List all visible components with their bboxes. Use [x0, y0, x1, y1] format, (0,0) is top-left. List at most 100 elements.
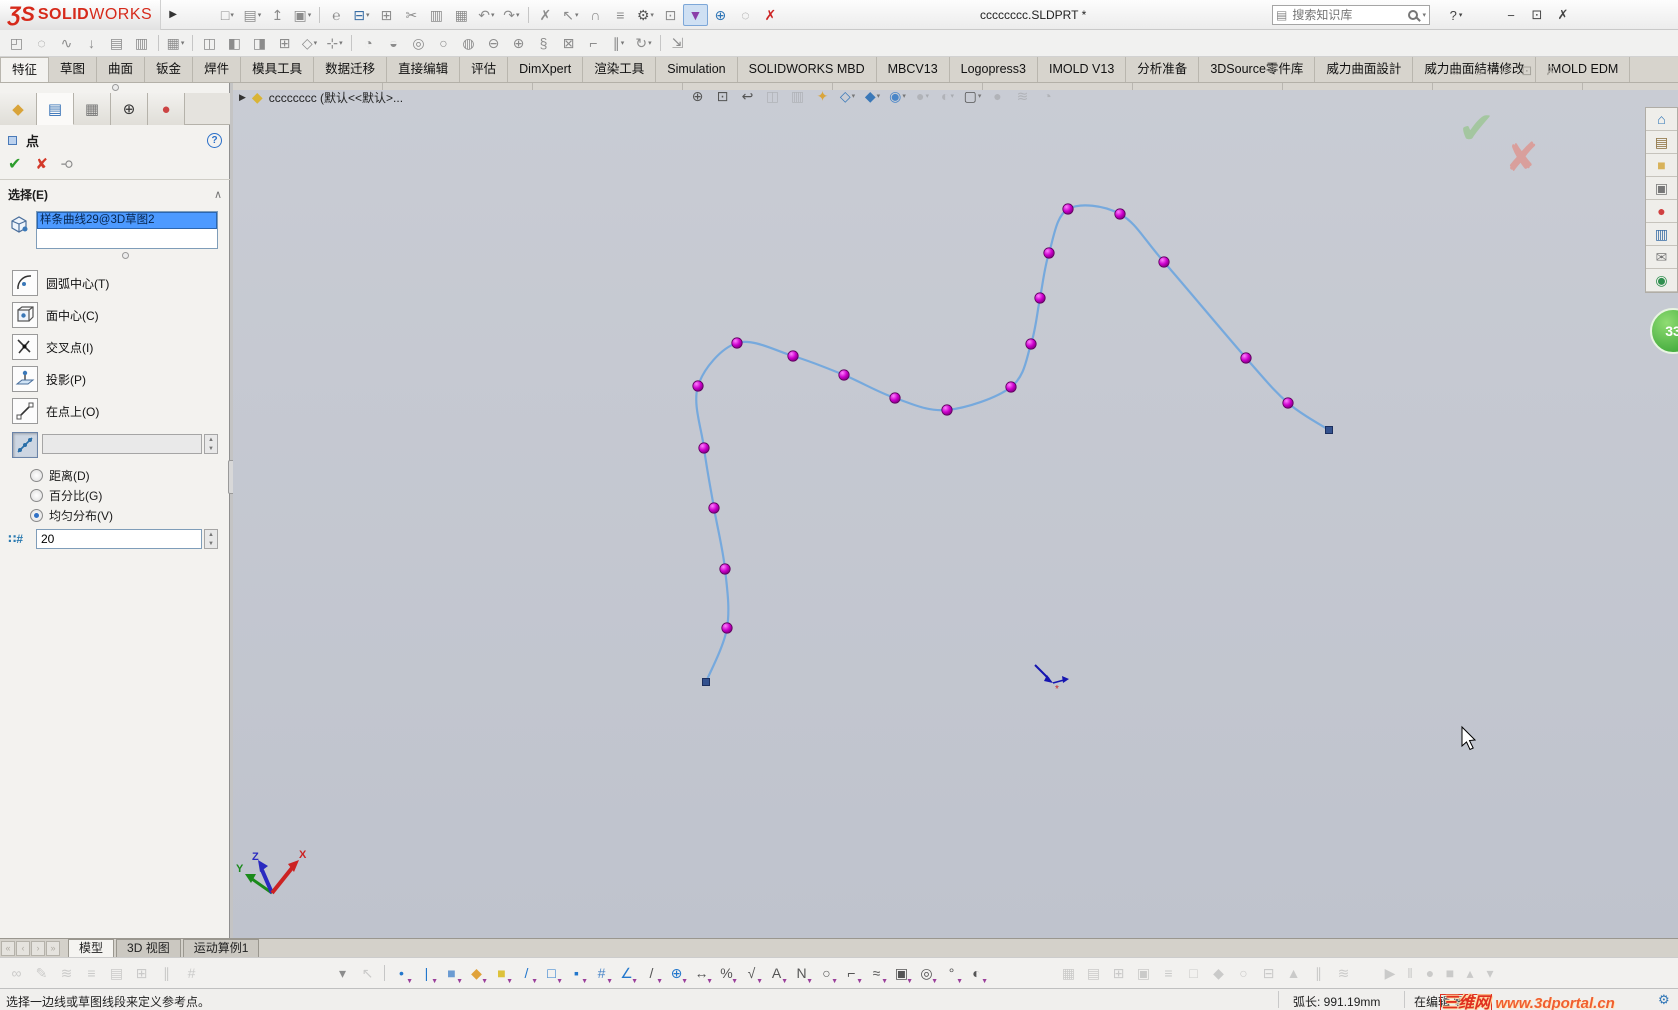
radio-icon[interactable]	[30, 508, 43, 522]
copy-icon[interactable]: ▥▾	[424, 4, 449, 26]
option-intersection[interactable]: 交叉点(I)	[12, 333, 222, 361]
design-library-icon[interactable]: ■	[1646, 154, 1677, 177]
ribbon-tab[interactable]: 威力曲面設計	[1315, 57, 1414, 82]
pause-icon[interactable]: ‖▾	[1400, 962, 1420, 984]
ribbon-tab[interactable]: MBCV13	[877, 57, 950, 82]
sep[interactable]: ▾	[380, 962, 389, 984]
sep[interactable]: ▾	[154, 32, 163, 54]
step-up-icon[interactable]: ▴▾	[1460, 962, 1480, 984]
save-icon[interactable]: ▣ ▾	[290, 4, 315, 26]
ribbon-tab[interactable]: 草图	[49, 57, 98, 82]
step-down-icon[interactable]: ▾▾	[1480, 962, 1500, 984]
filter-axes-icon[interactable]: /▾	[514, 962, 539, 985]
confirmation-ok-icon[interactable]: ✔	[1458, 103, 1495, 154]
filter-dimensions-icon[interactable]: ↔▾	[689, 962, 714, 985]
motion-study-sphere-icon[interactable]: ●▾	[985, 85, 1010, 107]
toolbar2-icon[interactable]: ∥ ▾	[606, 32, 631, 54]
view-orientation-icon[interactable]: ◇ ▾	[835, 85, 860, 107]
zoom-fit-icon[interactable]: ⊕▾	[685, 85, 710, 107]
filter-sketch-segments-icon[interactable]: ∠▾	[614, 962, 639, 985]
filter-section-lines-icon[interactable]: ◐▾	[964, 962, 989, 985]
pane-left-icon[interactable]: «	[1443, 59, 1467, 83]
flyout-feature-tree[interactable]: ▶ ◆ cccccccc (默认<<默认>...	[239, 89, 403, 106]
zebra-stripes-icon[interactable]: ≋▾	[1010, 85, 1035, 107]
points-along-curve-icon[interactable]	[12, 432, 38, 458]
assembly-tool-icon[interactable]: □▾	[1181, 962, 1206, 984]
toolbar2-icon[interactable]: ⊕▾	[506, 32, 531, 54]
sketch-tool-icon[interactable]: ∞▾	[4, 962, 29, 984]
close-red-x-icon[interactable]: ✗▾	[758, 4, 783, 26]
toolbar2-icon[interactable]: ⊖▾	[481, 32, 506, 54]
ribbon-tab[interactable]: IMOLD V13	[1038, 57, 1127, 82]
toolbar2-icon[interactable]: ◇ ▾	[297, 32, 322, 54]
last-tab-button[interactable]: »	[46, 940, 60, 956]
filter-dropdown-icon[interactable]: ▾▾	[330, 962, 355, 984]
toolbar2-icon[interactable]: ◰▾	[4, 32, 29, 54]
toolbar2-icon[interactable]: ▥▾	[129, 32, 154, 54]
ribbon-tab[interactable]: 曲面	[97, 57, 146, 82]
ribbon-minimize-icon[interactable]: −	[1491, 59, 1515, 83]
home-icon[interactable]: ⌂	[1646, 108, 1677, 131]
forum-icon[interactable]: ✉	[1646, 246, 1677, 269]
filter-sketches-icon[interactable]: #▾	[589, 962, 614, 985]
toolbar2-icon[interactable]: ◍▾	[456, 32, 481, 54]
filter-midpoints-icon[interactable]: /▾	[639, 962, 664, 985]
toolbar2-icon[interactable]: ↻ ▾	[631, 32, 656, 54]
along-curve-spinner[interactable]: ▲ ▼	[204, 434, 218, 454]
filter-edges-icon[interactable]: |▾	[414, 962, 439, 985]
appearances-icon[interactable]: ●	[1646, 200, 1677, 223]
sketch-tool-icon[interactable]: ▤▾	[104, 962, 129, 984]
restore-button[interactable]: ⊡	[1524, 3, 1550, 27]
sketch-tool-icon[interactable]: ⊞▾	[129, 962, 154, 984]
filter-sketch-points-icon[interactable]: ▪▾	[564, 962, 589, 985]
document-tab[interactable]: 模型	[68, 939, 115, 957]
sep[interactable]: ▾	[524, 4, 533, 26]
toolbar2-icon[interactable]: ⌐▾	[581, 32, 606, 54]
apply-scene-icon[interactable]: ◐ ▾	[935, 85, 960, 107]
paste-icon[interactable]: ▦▾	[449, 4, 474, 26]
flyout-expand-arrow[interactable]: ▶	[239, 92, 246, 103]
cut-icon[interactable]: ✂▾	[399, 4, 424, 26]
assembly-tool-icon[interactable]: ≋▾	[1331, 962, 1356, 984]
configuration-manager-tab[interactable]: ▦	[74, 93, 111, 125]
filter-hatches-icon[interactable]: %▾	[714, 962, 739, 985]
menu-flyout-arrow[interactable]: ▶	[161, 9, 185, 20]
delete-icon[interactable]: ✗▾	[533, 4, 558, 26]
graphics-area[interactable]: * Y Z X ▶ ◆ cccccccc (默认<<默认>... ⊕ ⊡ ↩ ◫…	[233, 83, 1678, 938]
select-cursor-icon[interactable]: ↖▾	[355, 962, 380, 984]
section-view-icon[interactable]: ◫▾	[760, 85, 785, 107]
selection-group-header[interactable]: 选择(E) ∧	[0, 183, 230, 205]
sep[interactable]: ▾	[656, 32, 665, 54]
ribbon-tab[interactable]: 评估	[460, 57, 509, 82]
toolbar2-icon[interactable]: ◔▾	[356, 32, 381, 54]
ribbon-tab[interactable]: 焊件	[193, 57, 242, 82]
pane-right-icon[interactable]: »	[1467, 59, 1491, 83]
filter-blocks-icon[interactable]: ▣▾	[889, 962, 914, 985]
assembly-tool-icon[interactable]: ▣▾	[1131, 962, 1156, 984]
document-tab[interactable]: 运动算例1	[182, 939, 260, 957]
ok-button[interactable]: ✔	[8, 154, 21, 174]
close-button[interactable]: ✗	[1550, 3, 1576, 27]
assembly-tool-icon[interactable]: ◆▾	[1206, 962, 1231, 984]
filter-faces-icon[interactable]: ■▾	[439, 962, 464, 985]
filter-surface-finish-icon[interactable]: √▾	[739, 962, 764, 985]
ribbon-tab[interactable]: 模具工具	[241, 57, 315, 82]
lasso-select-icon[interactable]: ◌▾	[733, 4, 758, 26]
toolbar2-icon[interactable]: ▦ ▾	[163, 32, 188, 54]
open-file-icon[interactable]: ▤ ▾	[240, 4, 265, 26]
assembly-tool-icon[interactable]: ⊞▾	[1106, 962, 1131, 984]
sketch-tool-icon[interactable]: ∥▾	[154, 962, 179, 984]
toolbar2-icon[interactable]: ▤▾	[104, 32, 129, 54]
custom-properties-icon[interactable]: ▥	[1646, 223, 1677, 246]
filter-weld-beads-icon[interactable]: ≈▾	[864, 962, 889, 985]
knowledge-base-icon[interactable]: ▤	[1646, 131, 1677, 154]
assembly-tool-icon[interactable]: ▤▾	[1081, 962, 1106, 984]
listbox-resize-dot[interactable]	[122, 252, 129, 259]
view-palette-icon[interactable]: ▣	[1646, 177, 1677, 200]
properties-icon[interactable]: ≡▾	[608, 4, 633, 26]
fit-window-icon[interactable]: ⊕▾	[708, 4, 733, 26]
print-icon[interactable]: ⊟ ▾	[349, 4, 374, 26]
toolbar2-icon[interactable]: ◎▾	[406, 32, 431, 54]
selection-listbox[interactable]: 样条曲线29@3D草图2	[36, 211, 218, 249]
filter-surface-bodies-icon[interactable]: ◆▾	[464, 962, 489, 985]
